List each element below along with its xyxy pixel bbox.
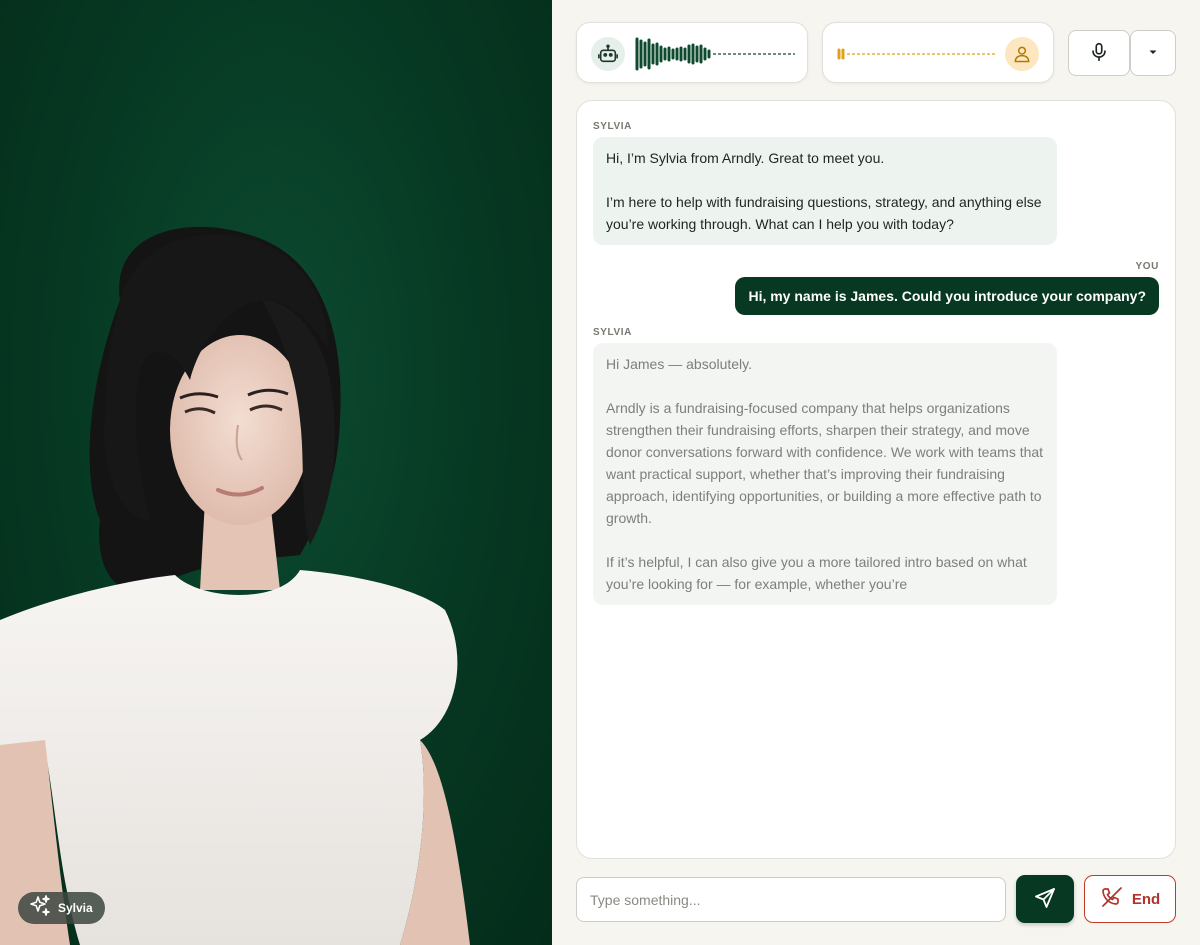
message-input[interactable] (576, 877, 1006, 922)
sparkles-icon (28, 894, 52, 923)
assistant-message: SYLVIA Hi, I’m Sylvia from Arndly. Great… (593, 121, 1159, 245)
user-message: YOU Hi, my name is James. Could you intr… (593, 261, 1159, 315)
bot-waveform (635, 37, 795, 71)
message-paragraph: Hi James — absolutely. (606, 356, 753, 372)
assistant-bubble: Hi, I’m Sylvia from Arndly. Great to mee… (593, 137, 1057, 245)
avatar-name: Sylvia (58, 901, 93, 915)
avatar-panel: Sylvia (0, 0, 552, 945)
avatar-name-chip: Sylvia (18, 892, 105, 924)
end-call-label: End (1131, 890, 1161, 908)
phone-hangup-icon (1100, 885, 1124, 913)
message-paragraph: Hi, I’m Sylvia from Arndly. Great to mee… (606, 150, 885, 166)
bot-voice-indicator (576, 22, 808, 83)
send-icon (1033, 886, 1057, 913)
assistant-message: SYLVIA Hi James — absolutely. Arndly is … (593, 327, 1159, 605)
assistant-bubble-streaming: Hi James — absolutely. Arndly is a fundr… (593, 343, 1057, 605)
microphone-button[interactable] (1068, 30, 1130, 76)
robot-icon (591, 37, 625, 71)
message-paragraph: Arndly is a fundraising-focused company … (606, 400, 1044, 526)
message-speaker: SYLVIA (593, 327, 632, 338)
user-icon (1005, 37, 1039, 71)
caret-down-icon (1147, 46, 1159, 61)
chat-transcript[interactable]: SYLVIA Hi, I’m Sylvia from Arndly. Great… (576, 100, 1176, 859)
avatar-figure (0, 226, 470, 945)
user-waveform (837, 48, 997, 60)
end-call-button[interactable]: End (1084, 875, 1176, 923)
message-paragraph: I’m here to help with fundraising questi… (606, 194, 1042, 232)
message-paragraph: If it’s helpful, I can also give you a m… (606, 554, 1027, 592)
user-voice-indicator (822, 22, 1054, 83)
message-speaker: SYLVIA (593, 121, 632, 132)
microphone-dropdown-button[interactable] (1130, 30, 1176, 76)
send-button[interactable] (1016, 875, 1074, 923)
user-bubble: Hi, my name is James. Could you introduc… (735, 277, 1159, 315)
microphone-icon (1088, 41, 1110, 66)
message-speaker: YOU (1135, 261, 1159, 272)
conversation-panel: SYLVIA Hi, I’m Sylvia from Arndly. Great… (552, 0, 1200, 945)
